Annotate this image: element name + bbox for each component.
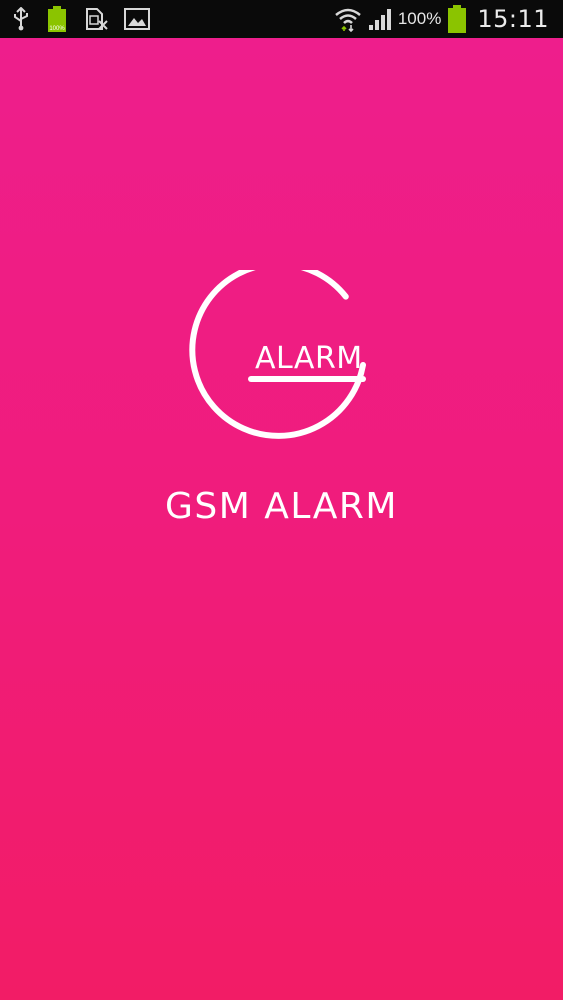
app-title: GSM ALARM bbox=[165, 486, 398, 527]
battery-charging-icon: 100% bbox=[46, 5, 68, 33]
clock: 15:11 bbox=[477, 5, 549, 33]
status-bar: 100% 100% 15:11 bbox=[0, 0, 563, 38]
logo-text: ALARM bbox=[255, 341, 363, 376]
app-logo: ALARM bbox=[185, 260, 385, 450]
wifi-icon bbox=[334, 6, 362, 33]
notification-icons: 100% bbox=[12, 5, 166, 33]
image-icon bbox=[124, 8, 150, 30]
usb-icon bbox=[12, 6, 30, 31]
signal-icon bbox=[368, 7, 394, 31]
battery-mini-label: 100% bbox=[49, 26, 65, 32]
splash-screen: ALARM GSM ALARM bbox=[0, 38, 563, 1000]
battery-icon bbox=[447, 4, 467, 34]
system-icons: 100% 15:11 bbox=[328, 4, 549, 34]
battery-percentage: 100% bbox=[397, 9, 442, 28]
sim-error-icon bbox=[84, 7, 108, 31]
